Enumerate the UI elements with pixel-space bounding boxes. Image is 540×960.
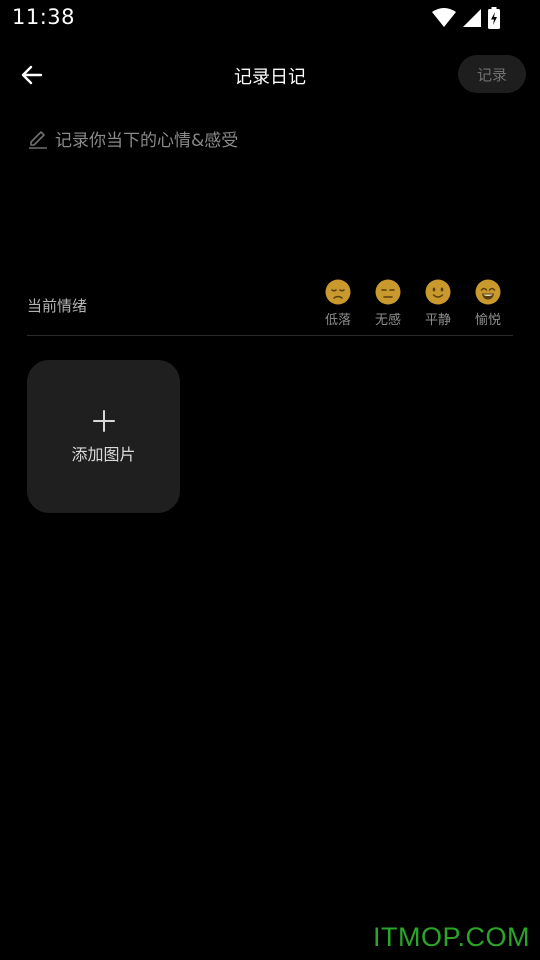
mood-option-label: 低落 [324,313,351,328]
mood-option-label: 平静 [424,313,451,328]
sad-face-icon [325,279,351,305]
diary-placeholder: 记录你当下的心情&感受 [55,130,239,151]
mood-option-label: 无感 [374,313,401,328]
cell-signal-icon [463,9,481,27]
mood-options: 低落 无感 平静 愉悦 [320,279,506,328]
status-icons [432,7,500,29]
add-image-button[interactable]: 添加图片 [27,360,180,513]
watermark: ITMOP.COM [372,922,530,952]
status-time: 11:38 [12,5,76,29]
mood-option-happy[interactable]: 愉悦 [470,279,506,328]
mood-option-neutral[interactable]: 无感 [370,279,406,328]
mood-option-low[interactable]: 低落 [320,279,356,328]
plus-icon [92,409,115,432]
mood-label: 当前情绪 [27,297,88,315]
pencil-icon [29,131,47,149]
status-bar: 11:38 [0,0,540,36]
add-image-label: 添加图片 [71,444,136,464]
record-button[interactable]: 记录 [458,55,526,93]
mood-option-calm[interactable]: 平静 [420,279,456,328]
mood-option-label: 愉悦 [474,313,501,328]
wifi-icon [432,8,456,27]
mood-selector: 当前情绪 低落 无感 平静 愉悦 [27,276,513,336]
neutral-face-icon [375,279,401,305]
diary-input[interactable]: 记录你当下的心情&感受 [27,124,513,152]
happy-face-icon [475,279,501,305]
header: 记录日记 记录 [0,50,540,100]
calm-face-icon [425,279,451,305]
battery-charging-icon [488,7,500,29]
